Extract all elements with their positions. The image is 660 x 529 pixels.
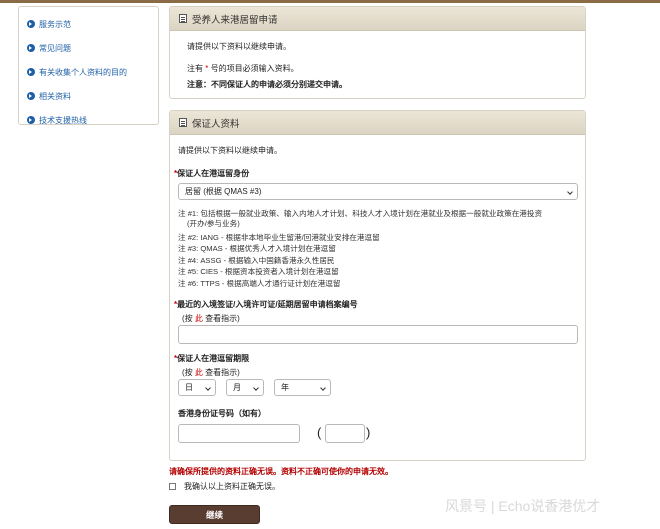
instruction-link[interactable]: 此	[195, 314, 203, 323]
note-line: 注 #3: QMAS - 根据优秀人才入境计划在港逗留	[178, 244, 336, 253]
status-select[interactable]: 居留 (根据 QMAS #3)	[178, 183, 578, 200]
arrow-circle-icon	[27, 116, 35, 124]
panel-title: 受养人来港居留申请	[192, 14, 278, 26]
chevron-down-icon	[320, 385, 326, 391]
sidebar-item-label: 常见问题	[39, 43, 71, 53]
instruction-link[interactable]: 此	[195, 368, 203, 377]
hkid-input[interactable]	[178, 424, 300, 443]
sidebar-item-label: 有关收集个人资料的目的	[39, 67, 127, 77]
arrow-circle-icon	[27, 20, 35, 28]
panel-header: 保证人资料	[170, 111, 585, 135]
sidebar-item-label: 相关资料	[39, 91, 71, 101]
note-line: 注 #5: CIES - 根据资本投资者入境计划在港逗留	[178, 267, 339, 276]
intro-text: 请提供以下资料以继续申请。	[187, 42, 291, 51]
limit-hint: (按 此 查看指示)	[182, 368, 240, 377]
chevron-down-icon	[253, 385, 259, 391]
note-line: 注 #4: ASSG - 根据输入中国籍香港永久性居民	[178, 256, 335, 265]
note-line: 注 #1: 包括根据一般就业政策、输入内地人才计划、科技人才入境计划在港就业及根…	[178, 209, 543, 218]
sponsor-info-panel: 保证人资料 请提供以下资料以继续申请。 *保证人在港逗留身份 居留 (根据 QM…	[169, 110, 586, 461]
sidebar: 服务示范 常见问题 有关收集个人资料的目的 相关资料 技术支援热线	[18, 6, 159, 125]
sidebar-item-label: 技术支援热线	[39, 115, 87, 125]
hkid-close-paren: )	[366, 425, 371, 440]
notice-text: 注意：不同保证人的申请必须分别递交申请。	[187, 80, 347, 89]
hkid-open-paren: (	[317, 425, 322, 440]
continue-button[interactable]: 继续	[169, 505, 260, 524]
arrow-circle-icon	[27, 68, 35, 76]
sidebar-item-data-purpose[interactable]: 有关收集个人资料的目的	[27, 60, 158, 84]
hkid-check-digit-input[interactable]	[325, 424, 365, 443]
ref-no-label: *最近的入境签证/入境许可证/延期居留申请档案编号	[174, 300, 358, 309]
top-bar	[0, 0, 660, 3]
panel-header: 受养人来港居留申请	[170, 7, 585, 31]
confirm-checkbox[interactable]	[169, 483, 176, 490]
document-icon	[179, 14, 187, 23]
month-select[interactable]: 月	[226, 379, 264, 396]
ref-no-hint: (按 此 查看指示)	[182, 314, 240, 323]
intro-text: 请提供以下资料以继续申请。	[178, 146, 282, 155]
accuracy-warning: 请确保所提供的资料正确无误。资料不正确可使你的申请无效。	[169, 467, 393, 476]
year-select[interactable]: 年	[274, 379, 331, 396]
sidebar-item-related-info[interactable]: 相关资料	[27, 84, 158, 108]
note-line: 注 #2: IANG - 根据非本地毕业生留港/回港就业安排在港逗留	[178, 233, 380, 242]
sidebar-item-support-hotline[interactable]: 技术支援热线	[27, 108, 158, 132]
required-note: 注有 * 号的项目必须输入资料。	[187, 64, 299, 73]
sidebar-item-label: 服务示范	[39, 19, 71, 29]
sidebar-item-faq[interactable]: 常见问题	[27, 36, 158, 60]
application-info-panel: 受养人来港居留申请 请提供以下资料以继续申请。 注有 * 号的项目必须输入资料。…	[169, 6, 586, 99]
chevron-down-icon	[205, 385, 211, 391]
panel-title: 保证人资料	[192, 118, 240, 130]
note-line: (开办/参与业务)	[187, 219, 240, 228]
document-icon	[179, 118, 187, 127]
ref-no-input[interactable]	[178, 325, 578, 344]
limit-label: *保证人在港逗留期限	[174, 354, 250, 363]
hkid-label: 香港身份证号码（如有）	[178, 409, 266, 418]
confirm-label[interactable]: 我确认以上资料正确无误。	[184, 481, 280, 492]
sidebar-item-service-demo[interactable]: 服务示范	[27, 12, 158, 36]
note-line: 注 #6: TTPS - 根据高端人才通行证计划在港逗留	[178, 279, 341, 288]
status-label: *保证人在港逗留身份	[174, 169, 250, 178]
chevron-down-icon	[567, 189, 573, 195]
day-select[interactable]: 日	[178, 379, 216, 396]
arrow-circle-icon	[27, 44, 35, 52]
watermark: 风景号 | Echo说香港优才	[445, 498, 601, 514]
arrow-circle-icon	[27, 92, 35, 100]
